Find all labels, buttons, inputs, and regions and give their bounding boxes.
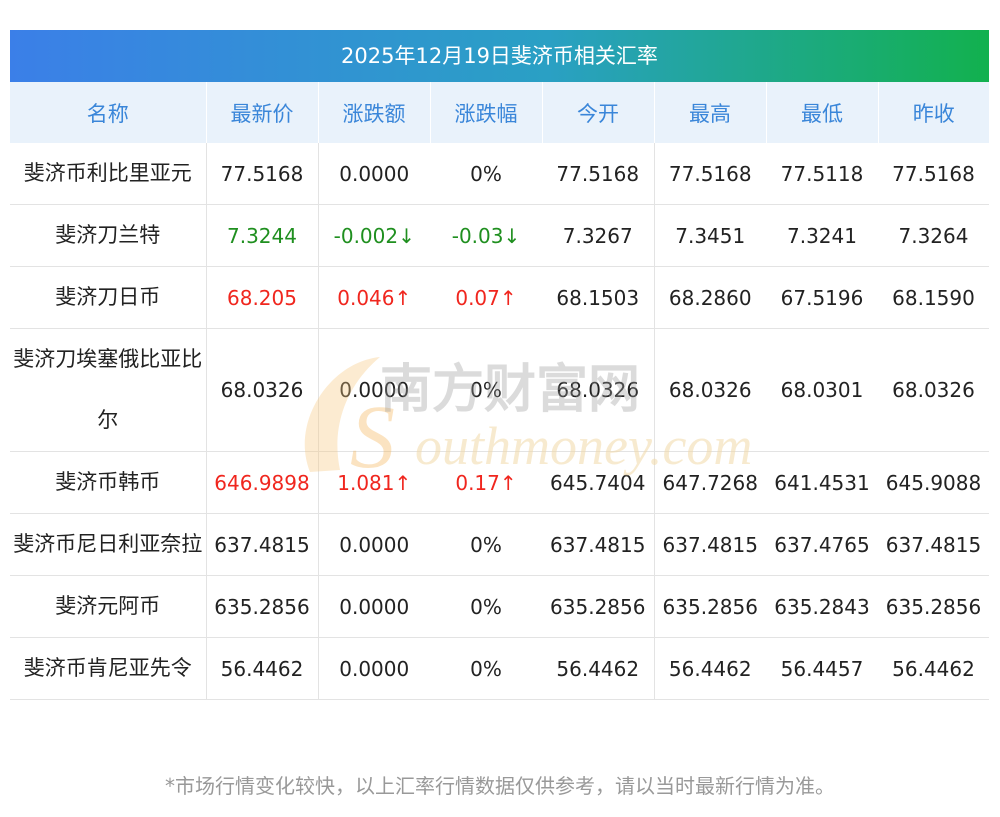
cell-high: 56.4462	[654, 637, 766, 700]
cell-low: 67.5196	[766, 266, 878, 329]
cell-low: 77.5118	[766, 143, 878, 205]
cell-low: 635.2843	[766, 575, 878, 638]
cell-latest: 68.205	[206, 266, 319, 329]
cell-latest: 56.4462	[206, 637, 319, 700]
cell-pct: -0.03↓	[430, 204, 542, 267]
col-header-high: 最高	[653, 82, 766, 143]
cell-high: 647.7268	[654, 451, 766, 514]
cell-change: 0.0000	[318, 143, 430, 205]
header-row: 名称 最新价 涨跌额 涨跌幅 今开 最高 最低 昨收	[10, 82, 989, 143]
cell-open: 68.0326	[542, 328, 655, 452]
cell-pct: 0.07↑	[430, 266, 542, 329]
col-header-name: 名称	[10, 82, 206, 143]
cell-open: 645.7404	[542, 451, 655, 514]
table-row: 斐济币韩币 646.9898 1.081↑ 0.17↑ 645.7404 647.7268…	[10, 451, 989, 514]
col-header-low: 最低	[765, 82, 878, 143]
cell-high: 77.5168	[654, 143, 766, 205]
currency-pair-name: 斐济币尼日利亚奈拉	[10, 513, 207, 576]
table-row: 斐济刀日币 68.205 0.046↑ 0.07↑ 68.1503 68.2860 67.5…	[10, 266, 989, 329]
cell-prev: 56.4462	[878, 637, 989, 700]
disclaimer-note: *市场行情变化较快，以上汇率行情数据仅供参考，请以当时最新行情为准。	[165, 774, 835, 798]
cell-low: 641.4531	[766, 451, 878, 514]
cell-high: 68.2860	[654, 266, 766, 329]
table-row: 斐济刀埃塞俄比亚比尔 68.0326 0.0000 0% 68.0326 68.0326 6…	[10, 328, 989, 452]
table-row: 斐济币利比里亚元 77.5168 0.0000 0% 77.5168 77.5168 77.…	[10, 143, 989, 205]
cell-pct: 0%	[430, 143, 542, 205]
table-row: 斐济元阿币 635.2856 0.0000 0% 635.2856 635.2856 635…	[10, 575, 989, 638]
cell-open: 7.3267	[542, 204, 655, 267]
currency-pair-name: 斐济币利比里亚元	[10, 143, 207, 205]
cell-low: 68.0301	[766, 328, 878, 452]
table-row: 斐济币肯尼亚先令 56.4462 0.0000 0% 56.4462 56.4462 56.…	[10, 637, 989, 700]
col-header-pct: 涨跌幅	[429, 82, 542, 143]
cell-open: 77.5168	[542, 143, 655, 205]
cell-high: 68.0326	[654, 328, 766, 452]
cell-prev: 77.5168	[878, 143, 989, 205]
col-header-open: 今开	[541, 82, 654, 143]
table-title: 2025年12月19日斐济币相关汇率	[10, 30, 989, 82]
table-row: 斐济刀兰特 7.3244 -0.002↓ -0.03↓ 7.3267 7.3451 7.32…	[10, 204, 989, 267]
cell-low: 56.4457	[766, 637, 878, 700]
currency-pair-name: 斐济刀兰特	[10, 204, 207, 267]
cell-latest: 646.9898	[206, 451, 319, 514]
cell-change: -0.002↓	[318, 204, 430, 267]
cell-pct: 0%	[430, 328, 542, 452]
cell-pct: 0%	[430, 513, 542, 576]
cell-latest: 77.5168	[206, 143, 319, 205]
cell-change: 0.0000	[318, 513, 430, 576]
col-header-latest: 最新价	[205, 82, 318, 143]
cell-change: 0.0000	[318, 637, 430, 700]
currency-pair-name: 斐济刀日币	[10, 266, 207, 329]
cell-latest: 7.3244	[206, 204, 319, 267]
cell-low: 7.3241	[766, 204, 878, 267]
cell-change: 0.046↑	[318, 266, 430, 329]
cell-change: 0.0000	[318, 328, 430, 452]
col-header-prev: 昨收	[877, 82, 989, 143]
cell-high: 637.4815	[654, 513, 766, 576]
cell-prev: 68.1590	[878, 266, 989, 329]
cell-latest: 68.0326	[206, 328, 319, 452]
cell-low: 637.4765	[766, 513, 878, 576]
cell-open: 637.4815	[542, 513, 655, 576]
currency-pair-name: 斐济币韩币	[10, 451, 207, 514]
cell-latest: 635.2856	[206, 575, 319, 638]
currency-pair-name: 斐济币肯尼亚先令	[10, 637, 207, 700]
cell-high: 635.2856	[654, 575, 766, 638]
cell-pct: 0%	[430, 575, 542, 638]
currency-pair-name: 斐济元阿币	[10, 575, 207, 638]
cell-change: 1.081↑	[318, 451, 430, 514]
cell-latest: 637.4815	[206, 513, 319, 576]
cell-prev: 68.0326	[878, 328, 989, 452]
cell-change: 0.0000	[318, 575, 430, 638]
cell-open: 68.1503	[542, 266, 655, 329]
rates-table: 名称 最新价 涨跌额 涨跌幅 今开 最高 最低 昨收 斐济币利比里亚元 77.51…	[10, 82, 989, 700]
currency-pair-name: 斐济刀埃塞俄比亚比尔	[10, 328, 207, 452]
cell-open: 635.2856	[542, 575, 655, 638]
cell-pct: 0.17↑	[430, 451, 542, 514]
cell-prev: 645.9088	[878, 451, 989, 514]
cell-prev: 637.4815	[878, 513, 989, 576]
cell-pct: 0%	[430, 637, 542, 700]
cell-prev: 635.2856	[878, 575, 989, 638]
cell-high: 7.3451	[654, 204, 766, 267]
rates-panel: 2025年12月19日斐济币相关汇率 名称 最新价 涨跌额 涨跌幅 今开 最高 …	[10, 30, 989, 700]
cell-open: 56.4462	[542, 637, 655, 700]
cell-prev: 7.3264	[878, 204, 989, 267]
col-header-change: 涨跌额	[317, 82, 430, 143]
table-row: 斐济币尼日利亚奈拉 637.4815 0.0000 0% 637.4815 637.481…	[10, 513, 989, 576]
